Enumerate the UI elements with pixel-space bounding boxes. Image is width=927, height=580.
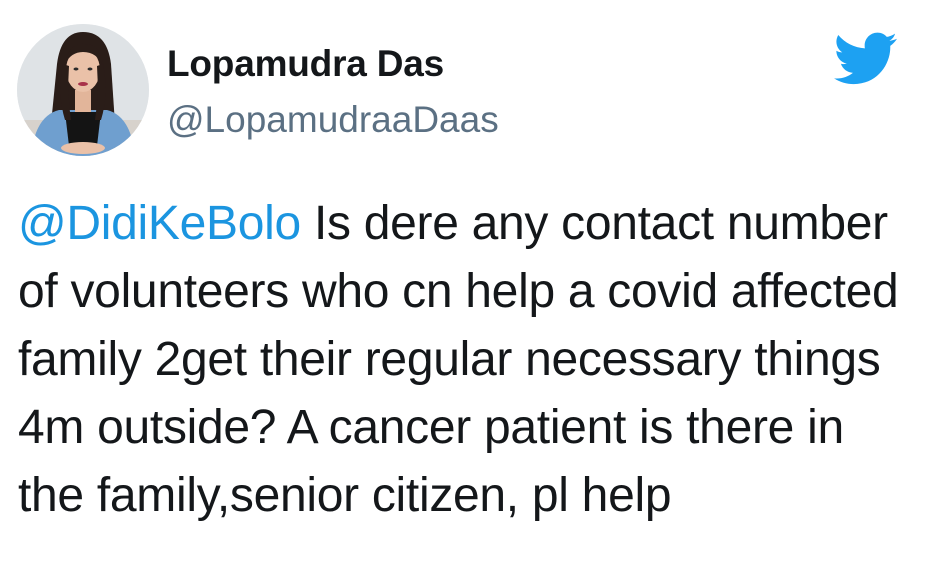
display-name[interactable]: Lopamudra Das — [167, 43, 444, 85]
twitter-bird-icon[interactable] — [834, 32, 898, 86]
mention-link[interactable]: @DidiKeBolo — [18, 197, 301, 250]
user-handle[interactable]: @LopamudraaDaas — [167, 99, 499, 141]
tweet-text: @DidiKeBolo Is dere any contact number o… — [18, 190, 918, 530]
tweet-card: Lopamudra Das @LopamudraaDaas @DidiKeBol… — [0, 0, 927, 580]
profile-photo-icon — [17, 24, 149, 156]
avatar[interactable] — [17, 24, 149, 156]
